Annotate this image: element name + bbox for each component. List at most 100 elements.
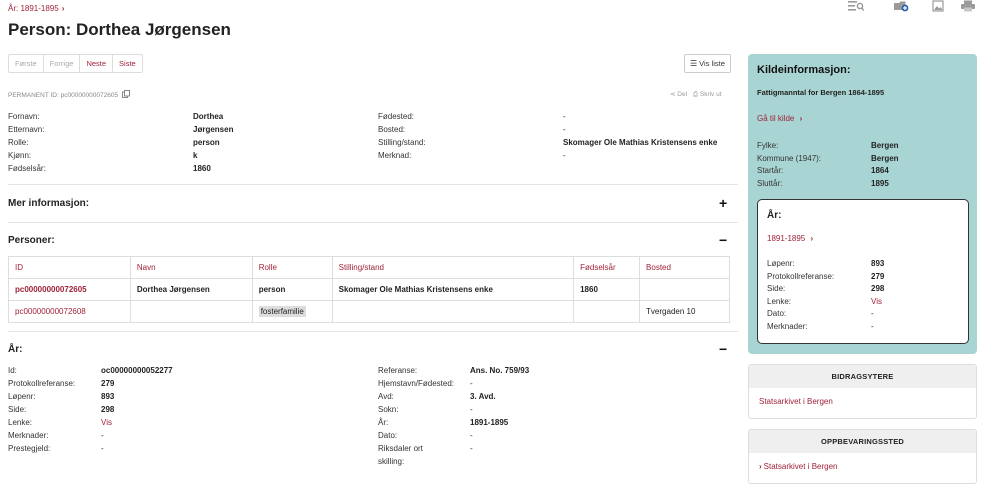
source-fields: Fylke: Bergen Kommune (1947): Bergen Start… bbox=[757, 140, 957, 190]
table-row: pc00000000072605 Dorthea Jørgensen perso… bbox=[8, 278, 730, 301]
divider bbox=[8, 331, 738, 332]
sidebar-title: Kildeinformasjon: bbox=[757, 64, 851, 76]
print-link[interactable]: Skriv ut bbox=[700, 91, 722, 98]
field-value: Bergen bbox=[871, 153, 899, 163]
field-value: 1864 bbox=[871, 166, 889, 175]
field-label: Lenke: bbox=[767, 296, 792, 306]
field-label: Merknader: bbox=[767, 321, 808, 331]
vis-liste-button[interactable]: ☰ Vis liste bbox=[684, 54, 731, 73]
aar-info-card: År: 1891-1895 › Løpenr: 893 Protokollrefe… bbox=[757, 199, 969, 344]
share-icon: ⋖ bbox=[670, 91, 676, 98]
field-label: Sokn: bbox=[378, 405, 399, 414]
table-cell: Dorthea Jørgensen bbox=[129, 278, 253, 301]
personer-heading[interactable]: Personer: bbox=[8, 235, 55, 246]
field-label: Referanse: bbox=[378, 366, 418, 375]
field-value: 298 bbox=[871, 284, 885, 293]
field-label: Lenke: bbox=[8, 418, 33, 427]
share-link[interactable]: Del bbox=[677, 91, 687, 98]
goto-source-link[interactable]: Gå til kilde › bbox=[757, 114, 802, 123]
column-header[interactable]: Stilling/stand bbox=[331, 256, 575, 279]
field-value: k bbox=[193, 151, 198, 160]
field-label: Kjønn: bbox=[8, 151, 32, 160]
field-value: - bbox=[470, 431, 473, 440]
page-title: Person: Dorthea Jørgensen bbox=[8, 20, 231, 39]
search-list-icon[interactable] bbox=[848, 0, 864, 12]
column-header[interactable]: ID bbox=[8, 256, 131, 279]
field-value: 279 bbox=[871, 271, 885, 281]
column-header[interactable]: Navn bbox=[129, 256, 253, 279]
field-value: - bbox=[871, 321, 874, 331]
list-icon: ☰ bbox=[690, 59, 698, 68]
field-value: oc00000000052277 bbox=[101, 366, 173, 375]
aar-range-link[interactable]: 1891-1895 › bbox=[767, 234, 813, 243]
column-header[interactable]: Rolle bbox=[251, 256, 333, 279]
person-id-link[interactable]: pc00000000072605 bbox=[15, 285, 87, 294]
column-header[interactable]: Fødselsår bbox=[573, 256, 641, 279]
chevron-right-icon: › bbox=[799, 114, 803, 123]
collapse-minus-icon[interactable]: − bbox=[719, 233, 727, 247]
image-icon[interactable] bbox=[930, 0, 946, 12]
oppbevaringssted-heading: OPPBEVARINGSSTED bbox=[749, 430, 976, 453]
permanent-id: PERMANENT ID: pc00000000072605 bbox=[8, 90, 130, 99]
field-label: Fornavn: bbox=[8, 112, 40, 121]
chevron-right-icon: › bbox=[759, 462, 762, 471]
permanent-id-text: PERMANENT ID: pc00000000072605 bbox=[8, 92, 119, 99]
copy-icon[interactable] bbox=[121, 90, 130, 98]
collapse-minus-icon[interactable]: − bbox=[719, 342, 727, 356]
field-value: person bbox=[193, 138, 220, 147]
oppbevaringssted-link[interactable]: Statsarkivet i Bergen bbox=[764, 462, 838, 471]
field-value: 1891-1895 bbox=[470, 418, 509, 427]
field-value: - bbox=[563, 112, 566, 121]
field-value: 893 bbox=[101, 392, 115, 401]
table-cell: 1860 bbox=[573, 278, 641, 301]
field-value: 279 bbox=[101, 379, 115, 388]
goto-source-label[interactable]: Gå til kilde bbox=[757, 114, 794, 123]
expand-plus-icon[interactable]: + bbox=[719, 196, 727, 210]
field-value: - bbox=[563, 125, 566, 134]
field-label: Protokollreferanse: bbox=[8, 379, 76, 388]
field-value: - bbox=[871, 309, 874, 318]
field-label: Side: bbox=[767, 284, 786, 293]
aar-fields-right: Referanse: Ans. No. 759/93 Hjemstavn/Føde… bbox=[378, 364, 738, 468]
bidragsyter-link[interactable]: Statsarkivet i Bergen bbox=[759, 397, 833, 406]
aar-card-title: År: bbox=[767, 210, 782, 221]
pager-last-button[interactable]: Siste bbox=[113, 55, 142, 72]
source-name: Fattigmanntal for Bergen 1864-1895 bbox=[757, 88, 885, 97]
vis-link[interactable]: Vis bbox=[871, 296, 882, 309]
table-header-row: ID Navn Rolle Stilling/stand Fødselsår B… bbox=[8, 256, 730, 279]
field-label: Sluttår: bbox=[757, 178, 783, 188]
table-cell bbox=[331, 300, 575, 323]
bidragsytere-card: BIDRAGSYTERE Statsarkivet i Bergen bbox=[748, 364, 977, 419]
table-cell: Skomager Ole Mathias Kristensens enke bbox=[331, 278, 575, 301]
field-value: Bergen bbox=[871, 141, 899, 150]
printer-icon[interactable] bbox=[960, 0, 976, 12]
pager-prev-button[interactable]: Forrige bbox=[44, 55, 81, 72]
aar-fields-left: Id: oc00000000052277 Protokollreferanse: 2… bbox=[8, 364, 368, 455]
field-label: Etternavn: bbox=[8, 125, 45, 134]
vis-link[interactable]: Vis bbox=[101, 416, 112, 429]
pager-first-button[interactable]: Første bbox=[9, 55, 44, 72]
field-label: Fylke: bbox=[757, 141, 779, 150]
field-label: Bosted: bbox=[378, 125, 406, 134]
column-header[interactable]: Bosted bbox=[639, 256, 730, 279]
person-fields-left: Fornavn: Dorthea Etternavn: Jørgensen Roll… bbox=[8, 110, 368, 175]
breadcrumb-link[interactable]: År: 1891-1895 bbox=[8, 4, 59, 13]
aar-heading[interactable]: År: bbox=[8, 344, 22, 355]
field-value: - bbox=[470, 379, 473, 388]
field-value: 893 bbox=[871, 259, 885, 268]
person-id-link[interactable]: pc00000000072608 bbox=[15, 307, 86, 316]
field-label: Dato: bbox=[767, 309, 787, 318]
field-label: Side: bbox=[8, 405, 27, 414]
breadcrumb[interactable]: År: 1891-1895 › bbox=[8, 4, 64, 13]
pager: Første Forrige Neste Siste bbox=[8, 54, 143, 73]
pager-next-button[interactable]: Neste bbox=[80, 55, 114, 72]
field-value: Jørgensen bbox=[193, 125, 234, 134]
field-value: 298 bbox=[101, 405, 115, 414]
field-label: Riksdaler ort bbox=[378, 444, 423, 453]
mer-informasjon-heading[interactable]: Mer informasjon: bbox=[8, 198, 89, 209]
field-value: Ans. No. 759/93 bbox=[470, 366, 530, 375]
field-label: Id: bbox=[8, 366, 17, 375]
aar-range-label[interactable]: 1891-1895 bbox=[767, 234, 805, 243]
add-folder-icon[interactable] bbox=[893, 0, 909, 12]
chevron-right-icon: › bbox=[810, 234, 814, 243]
